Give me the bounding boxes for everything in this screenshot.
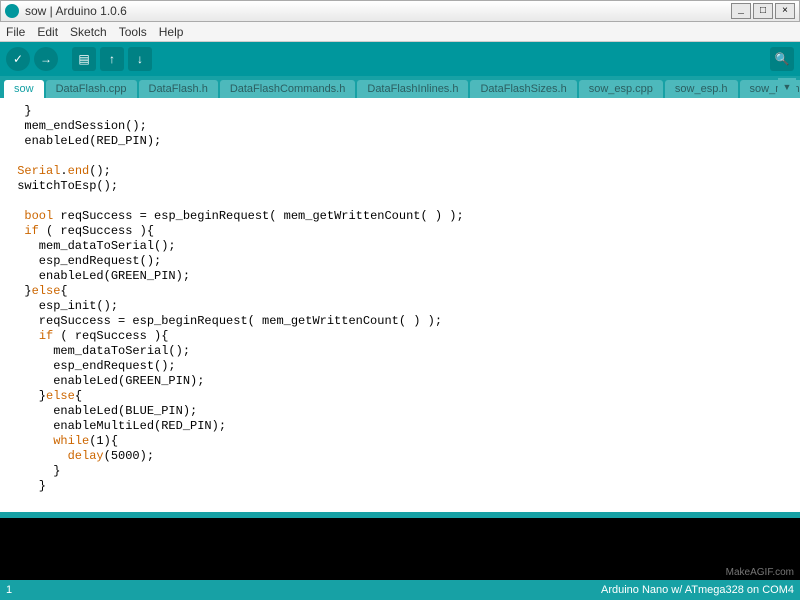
output-console[interactable] (0, 518, 800, 580)
code-editor[interactable]: } mem_endSession(); enableLed(RED_PIN); … (0, 98, 800, 512)
code-line[interactable]: mem_endSession(); (10, 119, 796, 134)
code-line[interactable] (10, 149, 796, 164)
code-line[interactable]: enableLed(GREEN_PIN); (10, 269, 796, 284)
code-line[interactable] (10, 194, 796, 209)
tab-dropdown-button[interactable]: ▼ (778, 78, 796, 96)
file-icon: ▤ (78, 52, 89, 66)
code-line[interactable]: mem_dataToSerial(); (10, 344, 796, 359)
tab-dataflashinlines-h[interactable]: DataFlashInlines.h (357, 80, 468, 98)
code-line[interactable]: if ( reqSuccess ){ (10, 329, 796, 344)
chevron-down-icon: ▼ (783, 82, 792, 92)
status-bar: 1 Arduino Nano w/ ATmega328 on COM4 (0, 580, 800, 600)
code-line[interactable]: esp_endRequest(); (10, 254, 796, 269)
new-button[interactable]: ▤ (72, 47, 96, 71)
tab-sow[interactable]: sow (4, 80, 44, 98)
magnifier-icon: 🔍 (775, 52, 790, 66)
toolbar: ✓ → ▤ ↑ ↓ 🔍 (0, 42, 800, 76)
tab-dataflash-h[interactable]: DataFlash.h (139, 80, 218, 98)
code-line[interactable]: }else{ (10, 284, 796, 299)
menu-tools[interactable]: Tools (119, 25, 147, 39)
menu-edit[interactable]: Edit (37, 25, 58, 39)
menu-help[interactable]: Help (159, 25, 184, 39)
code-line[interactable]: reqSuccess = esp_beginRequest( mem_getWr… (10, 314, 796, 329)
code-line[interactable]: enableLed(GREEN_PIN); (10, 374, 796, 389)
maximize-button[interactable]: □ (753, 3, 773, 19)
tab-dataflashcommands-h[interactable]: DataFlashCommands.h (220, 80, 356, 98)
code-line[interactable]: mem_dataToSerial(); (10, 239, 796, 254)
arrow-down-icon: ↓ (137, 52, 143, 66)
code-line[interactable]: } (10, 104, 796, 119)
app-icon (5, 4, 19, 18)
code-line[interactable]: Serial.end(); (10, 164, 796, 179)
verify-button[interactable]: ✓ (6, 47, 30, 71)
upload-button[interactable]: → (34, 47, 58, 71)
code-line[interactable]: bool reqSuccess = esp_beginRequest( mem_… (10, 209, 796, 224)
arrow-up-icon: ↑ (109, 52, 115, 66)
arrow-right-icon: → (40, 52, 52, 66)
menu-file[interactable]: File (6, 25, 25, 39)
menu-bar: File Edit Sketch Tools Help (0, 22, 800, 42)
tab-dataflashsizes-h[interactable]: DataFlashSizes.h (470, 80, 576, 98)
code-line[interactable]: esp_endRequest(); (10, 359, 796, 374)
window-title: sow | Arduino 1.0.6 (25, 4, 731, 18)
code-line[interactable]: if ( reqSuccess ){ (10, 224, 796, 239)
window-titlebar: sow | Arduino 1.0.6 _ □ × (0, 0, 800, 22)
tab-sow_esp-cpp[interactable]: sow_esp.cpp (579, 80, 663, 98)
status-line-number: 1 (6, 584, 601, 596)
minimize-button[interactable]: _ (731, 3, 751, 19)
tab-dataflash-cpp[interactable]: DataFlash.cpp (46, 80, 137, 98)
code-line[interactable]: enableMultiLed(RED_PIN); (10, 419, 796, 434)
code-line[interactable]: } (10, 479, 796, 494)
close-button[interactable]: × (775, 3, 795, 19)
serial-monitor-button[interactable]: 🔍 (770, 47, 794, 71)
status-board-info: Arduino Nano w/ ATmega328 on COM4 (601, 584, 794, 596)
menu-sketch[interactable]: Sketch (70, 25, 107, 39)
code-line[interactable]: while(1){ (10, 434, 796, 449)
code-line[interactable]: enableLed(RED_PIN); (10, 134, 796, 149)
tab-bar: sowDataFlash.cppDataFlash.hDataFlashComm… (0, 76, 800, 98)
code-line[interactable]: delay(5000); (10, 449, 796, 464)
code-line[interactable]: switchToEsp(); (10, 179, 796, 194)
save-button[interactable]: ↓ (128, 47, 152, 71)
code-line[interactable]: } (10, 464, 796, 479)
open-button[interactable]: ↑ (100, 47, 124, 71)
tab-sow_esp-h[interactable]: sow_esp.h (665, 80, 738, 98)
code-line[interactable]: enableLed(BLUE_PIN); (10, 404, 796, 419)
code-line[interactable]: esp_init(); (10, 299, 796, 314)
code-line[interactable]: }else{ (10, 389, 796, 404)
check-icon: ✓ (13, 52, 23, 66)
